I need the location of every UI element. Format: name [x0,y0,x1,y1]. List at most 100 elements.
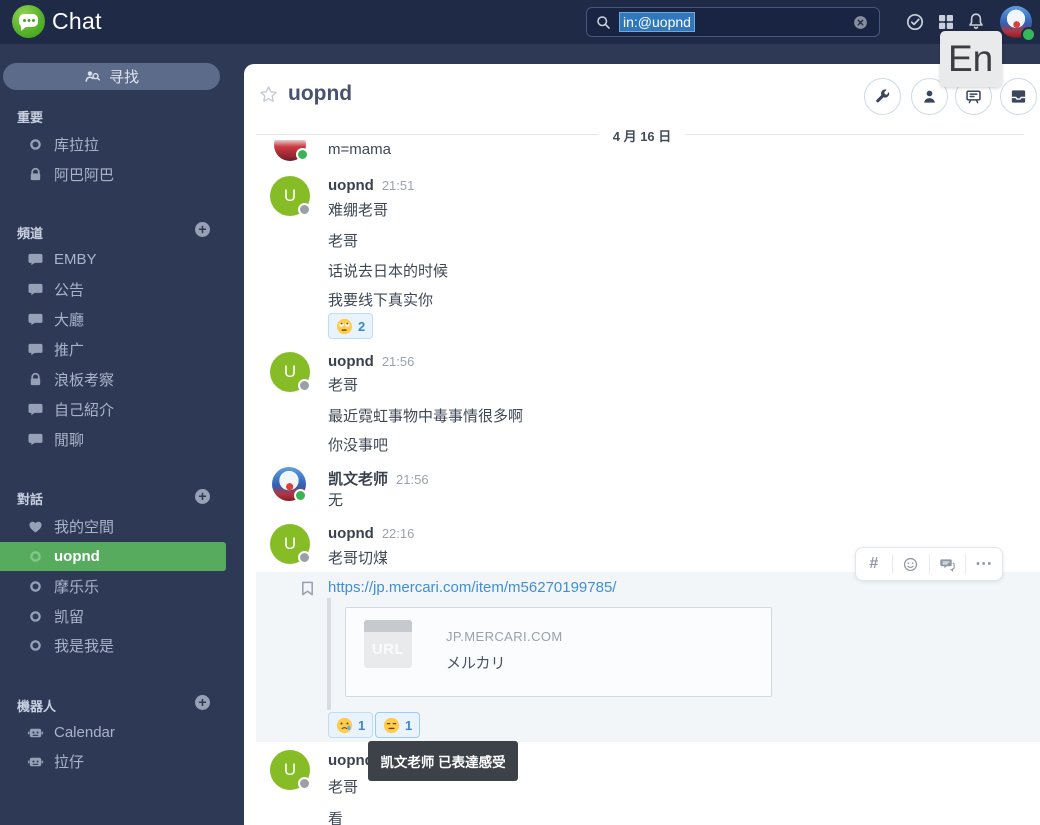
reaction-count: 2 [358,318,366,334]
sidebar-item-calendar[interactable]: Calendar [0,718,226,746]
inbox-button[interactable] [1000,78,1037,115]
user-presence-dot [1021,27,1036,42]
channel-bubble-icon [28,313,43,325]
sidebar-item-abaaba[interactable]: 阿巴阿巴 [0,160,226,188]
smiley-icon [904,557,918,571]
robot-icon [27,728,44,737]
channel-bubble-icon [28,253,43,265]
message-text: 看 [328,811,344,825]
channel-bubble-icon [28,343,43,355]
username[interactable]: uopnd [328,525,374,542]
app-name: Chat [52,8,102,34]
sidebar-item-kulala[interactable]: 库拉拉 [0,130,226,158]
wrench-icon [876,89,890,103]
sidebar-item-woshiwoshi[interactable]: 我是我是 [0,631,226,659]
clear-search-button[interactable] [852,14,869,31]
search-input[interactable]: in:@uopnd [586,7,880,37]
message-text: 最近霓虹事物中毒事情很多啊 [328,408,524,425]
chat-bubbles-icon [940,558,955,572]
create-discussion-button[interactable]: # [856,554,892,574]
link-message-highlight: https://jp.mercari.com/item/m56270199785… [256,572,1040,742]
person-icon [924,90,935,103]
preview-quote-bar [327,598,331,710]
reply-thread-button[interactable] [928,554,966,574]
channel-bubble-icon [28,403,43,415]
preview-site: JP.MERCARI.COM [446,629,563,644]
kanban-board-icon [966,90,981,104]
sidebar-item-langban[interactable]: 浪板考察 [0,365,226,393]
dm-ring-icon [30,551,41,562]
message-actions-toolbar: # ⋯ [855,547,1003,581]
add-reaction-button[interactable] [891,554,929,574]
sidebar-item-molele[interactable]: 摩乐乐 [0,572,226,600]
inbox-tray-icon [1011,90,1026,103]
presence-dot [296,148,309,161]
username[interactable]: uopnd [328,752,374,769]
reaction-chip[interactable]: 1 [328,712,374,738]
reaction-chip-hovered[interactable]: 1 [375,712,421,738]
add-conversation-button[interactable] [195,488,210,504]
reaction-chip[interactable]: 2 [328,313,374,339]
dm-ring-icon [30,580,41,592]
sidebar-item-selfintro[interactable]: 自己紹介 [0,395,226,423]
channel-bubble-icon [28,283,43,295]
add-bot-button[interactable] [195,694,210,710]
heart-icon [29,521,42,533]
sidebar-item-kailiu[interactable]: 凯留 [0,602,226,630]
lock-icon [30,167,41,180]
message-text: 老哥 [328,377,359,394]
message-text: 我要线下真实你 [328,292,434,309]
expressionless-face-emoji [383,717,400,733]
add-channel-button[interactable] [195,221,210,237]
preview-title: メルカリ [446,655,506,672]
message-text: 老哥切煤 [328,550,389,567]
app-logo[interactable]: Chat [12,5,102,38]
message-text: 老哥 [328,779,359,796]
sidebar-item-announcement[interactable]: 公告 [0,275,226,303]
message-text: m=mama [328,141,391,158]
section-bots: 機器人 [17,699,57,714]
app-window: Chat in:@uopnd En 寻找 重要 库拉拉 阿巴阿巴 頻道 + EM… [0,0,1040,825]
bookmark-icon [300,580,315,597]
robot-icon [27,757,44,766]
search-icon [597,15,610,29]
check-circle-icon [906,13,924,31]
user-search-icon [85,71,100,82]
sidebar-item-lazai[interactable]: 拉仔 [0,747,226,775]
crying-face-emoji [336,717,353,733]
sidebar-item-promo[interactable]: 推广 [0,335,226,363]
topbar: Chat in:@uopnd [0,0,1040,44]
face-with-rolling-eyes-emoji [336,318,353,334]
tasks-check-button[interactable] [905,12,925,32]
link-preview-card[interactable]: URL JP.MERCARI.COM メルカリ [345,607,772,697]
presence-dot [298,777,311,790]
timestamp: 21:56 [381,354,415,369]
message-text: 你没事吧 [328,437,389,454]
sidebar-item-uopnd-active[interactable]: uopnd [0,542,226,571]
username[interactable]: uopnd [328,177,374,194]
message-text: 无 [328,492,344,509]
dm-ring-icon [30,610,41,622]
more-actions-button[interactable]: ⋯ [965,554,1002,574]
username[interactable]: uopnd [328,353,374,370]
url-favicon: URL [364,620,412,668]
dm-ring-icon [30,639,41,651]
bell-icon [969,13,983,29]
sidebar-item-myspace[interactable]: 我的空間 [0,512,226,540]
sidebar-search-button[interactable]: 寻找 [3,63,220,90]
timestamp: 21:51 [381,178,415,193]
section-important: 重要 [17,110,44,125]
apps-button[interactable] [936,12,956,32]
sidebar-item-emby[interactable]: EMBY [0,245,226,273]
sidebar-item-chitchat[interactable]: 閒聊 [0,425,226,453]
notifications-button[interactable] [966,11,986,31]
room-admin-button[interactable] [864,78,901,115]
apps-grid-icon [939,15,953,29]
ime-language-indicator: En [940,31,1002,87]
username[interactable]: 凯文老师 [328,468,388,489]
sidebar: 寻找 重要 库拉拉 阿巴阿巴 頻道 EMBY 公告 大廳 推广 [0,44,244,825]
favorite-star-icon[interactable] [258,84,279,105]
sidebar-item-lobby[interactable]: 大廳 [0,305,226,333]
message-link[interactable]: https://jp.mercari.com/item/m56270199785… [328,579,616,596]
reaction-count: 1 [405,717,413,733]
